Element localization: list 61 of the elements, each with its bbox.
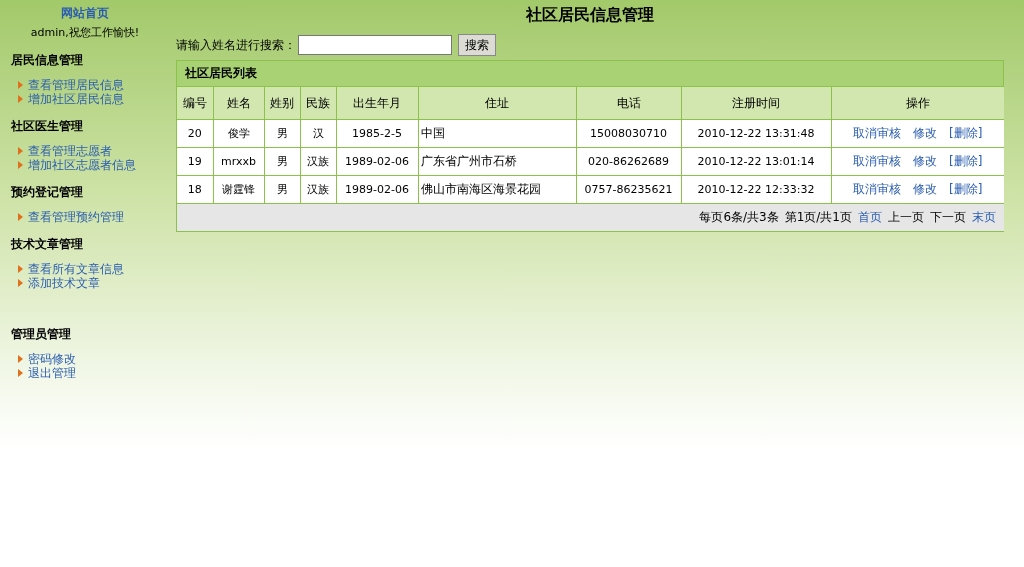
home-link[interactable]: 网站首页 — [0, 5, 170, 22]
triangle-bullet-icon — [18, 95, 23, 103]
triangle-bullet-icon — [18, 265, 23, 273]
triangle-bullet-icon — [18, 369, 23, 377]
section-heading: 管理员管理 — [11, 326, 72, 343]
column-header: 民族 — [300, 87, 336, 120]
table-title: 社区居民列表 — [177, 61, 1003, 87]
column-header: 出生年月 — [336, 87, 418, 120]
pager-text: 第1页/共1页 — [784, 210, 852, 224]
table-cell: 1989-02-06 — [336, 147, 418, 176]
column-header: 电话 — [576, 87, 681, 120]
pager-text: 每页6条/共3条 — [699, 210, 779, 224]
table-cell: 广东省广州市石桥 — [418, 147, 576, 176]
table-cell: 2010-12-22 13:01:14 — [681, 147, 831, 176]
triangle-bullet-icon — [18, 355, 23, 363]
action-link[interactable]: [删除] — [949, 154, 983, 168]
page-title: 社区居民信息管理 — [525, 5, 655, 26]
search-field[interactable] — [298, 35, 452, 55]
section-heading: 社区医生管理 — [11, 118, 84, 135]
column-header: 编号 — [177, 87, 213, 120]
action-link[interactable]: 修改 — [913, 154, 938, 168]
triangle-bullet-icon — [18, 81, 23, 89]
triangle-bullet-icon — [18, 147, 23, 155]
pager-text: 上一页 — [888, 210, 924, 224]
sidebar-link[interactable]: 查看管理预约管理 — [28, 208, 124, 226]
table-cell: 2010-12-22 12:33:32 — [681, 175, 831, 204]
section-heading: 居民信息管理 — [11, 52, 84, 69]
column-header: 姓别 — [264, 87, 300, 120]
table-cell: 020-86262689 — [576, 147, 681, 176]
table-cell: 18 — [177, 175, 213, 204]
triangle-bullet-icon — [18, 161, 23, 169]
column-header: 姓名 — [213, 87, 264, 120]
pager-link[interactable]: 首页 — [858, 210, 882, 224]
table-cell: 中国 — [418, 119, 576, 148]
pager-link[interactable]: 末页 — [972, 210, 996, 224]
table-cell: 15008030710 — [576, 119, 681, 148]
triangle-bullet-icon — [18, 279, 23, 287]
action-link[interactable]: [删除] — [949, 182, 983, 196]
section-heading: 预约登记管理 — [11, 184, 84, 201]
table-cell: 0757-86235621 — [576, 175, 681, 204]
action-link[interactable]: 修改 — [913, 126, 938, 140]
section-heading: 技术文章管理 — [11, 236, 84, 253]
action-link[interactable]: 取消审核 — [853, 154, 902, 168]
action-link[interactable]: 取消审核 — [853, 182, 902, 196]
table-cell: 19 — [177, 147, 213, 176]
search-label: 请输入姓名进行搜索： — [176, 36, 296, 54]
pager-text: 下一页 — [930, 210, 966, 224]
action-link[interactable]: 取消审核 — [853, 126, 902, 140]
table-cell: 1989-02-06 — [336, 175, 418, 204]
table-cell: 20 — [177, 119, 213, 148]
column-header: 操作 — [831, 87, 1004, 120]
greeting-text: admin,祝您工作愉快! — [29, 25, 141, 40]
action-link[interactable]: [删除] — [949, 126, 983, 140]
table-cell: 2010-12-22 13:31:48 — [681, 119, 831, 148]
triangle-bullet-icon — [18, 213, 23, 221]
column-header: 注册时间 — [681, 87, 831, 120]
table-cell: 佛山市南海区海景花园 — [418, 175, 576, 204]
action-link[interactable]: 修改 — [913, 182, 938, 196]
table-cell: 1985-2-5 — [336, 119, 418, 148]
column-header: 住址 — [418, 87, 576, 120]
search-button[interactable]: 搜索 — [458, 34, 496, 56]
